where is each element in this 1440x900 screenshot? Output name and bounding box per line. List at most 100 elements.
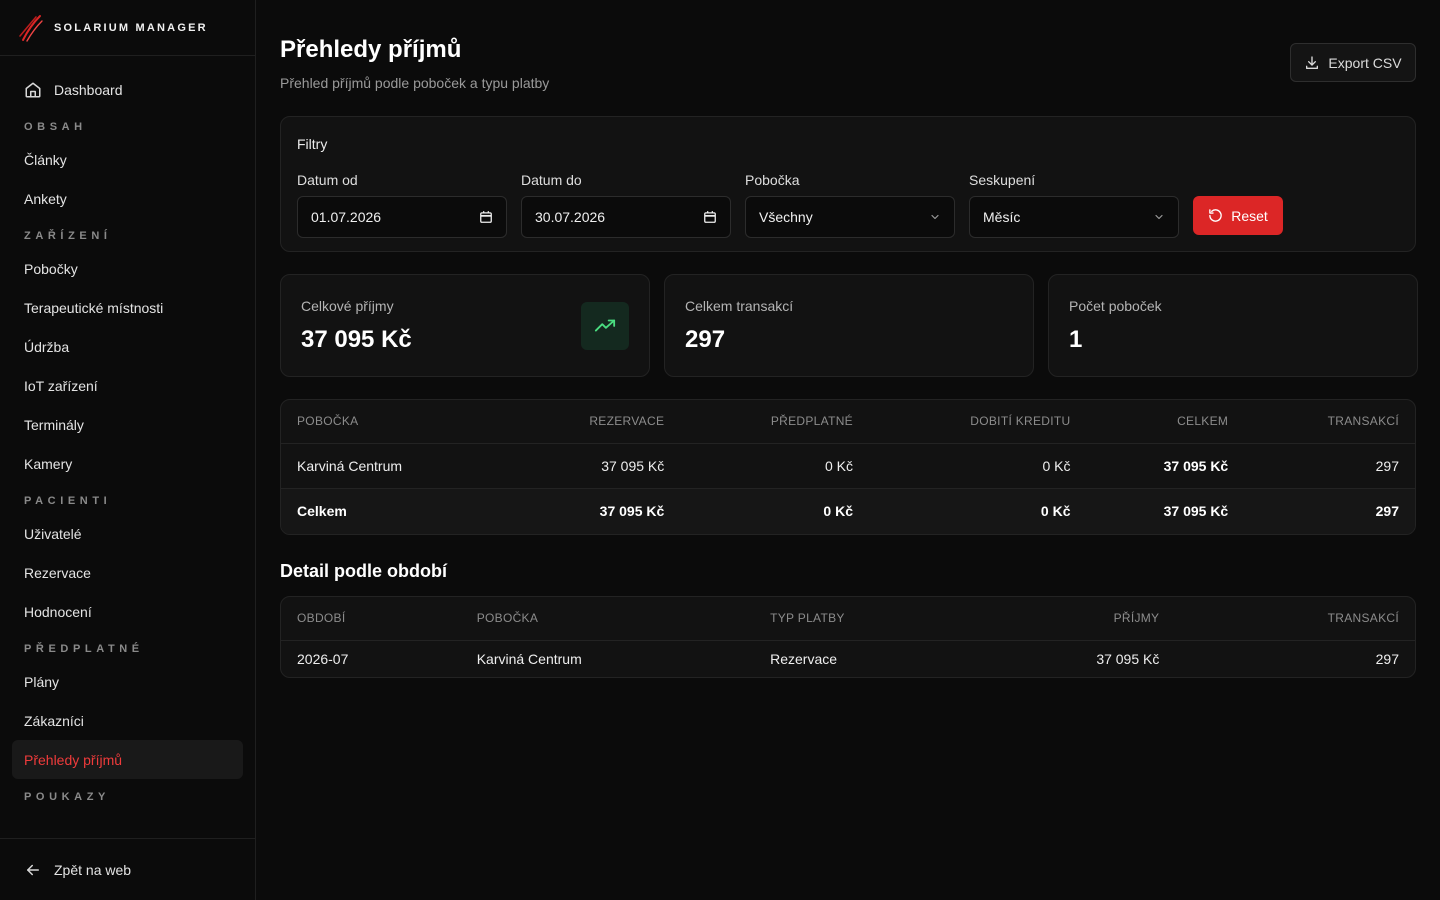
branch-select[interactable]: Všechny <box>745 196 955 238</box>
sidebar-item-clanky[interactable]: Články <box>12 140 243 179</box>
brand-name: SOLARIUM MANAGER <box>54 21 208 34</box>
table-cell: 0 Kč <box>868 443 1087 489</box>
date-to-field: Datum do 30.07.2026 <box>521 172 731 238</box>
back-to-web-link[interactable]: Zpět na web <box>0 838 255 900</box>
table-cell: Celkem <box>281 488 481 534</box>
calendar-icon[interactable] <box>703 210 717 224</box>
summary-table: POBOČKA REZERVACE PŘEDPLATNÉ DOBITÍ KRED… <box>281 400 1415 534</box>
filters-title: Filtry <box>297 136 328 152</box>
stat-label: Celkem transakcí <box>685 298 794 314</box>
table-cell: 2026-07 <box>297 650 349 667</box>
export-csv-label: Export CSV <box>1328 54 1402 71</box>
chevron-down-icon <box>929 211 941 223</box>
chevron-down-icon <box>1153 211 1165 223</box>
table-cell: Karviná Centrum <box>281 443 481 489</box>
column-header[interactable]: TYP PLATBY <box>754 597 1014 641</box>
sidebar-item-uzivatele[interactable]: Uživatelé <box>12 514 243 553</box>
table-cell: 297 <box>1375 650 1399 667</box>
detail-table: OBDOBÍ POBOČKA TYP PLATBY PŘÍJMY TRANSAK… <box>281 597 1415 677</box>
table-total-row: Celkem 37 095 Kč 0 Kč 0 Kč 37 095 Kč 297 <box>281 488 1415 534</box>
sidebar: SOLARIUM MANAGER Dashboard OBSAH Články … <box>0 0 256 900</box>
stat-card-total-transactions: Celkem transakcí 297 <box>664 274 1034 377</box>
page-title: Přehledy příjmů <box>280 36 462 63</box>
grouping-value: Měsíc <box>983 209 1021 225</box>
brand[interactable]: SOLARIUM MANAGER <box>0 0 255 56</box>
table-cell: 37 095 Kč <box>480 488 681 534</box>
column-header[interactable]: POBOČKA <box>281 400 481 444</box>
date-from-field: Datum od 01.07.2026 <box>297 172 507 238</box>
table-header-row: OBDOBÍ POBOČKA TYP PLATBY PŘÍJMY TRANSAK… <box>281 597 1415 641</box>
main-content: Přehledy příjmů Přehled příjmů podle pob… <box>256 0 1440 900</box>
date-from-value: 01.07.2026 <box>311 209 382 225</box>
arrow-left-icon <box>24 861 42 879</box>
grouping-field: Seskupení Měsíc <box>969 172 1179 238</box>
sidebar-section-obsah: OBSAH <box>24 121 87 133</box>
grouping-select[interactable]: Měsíc <box>969 196 1179 238</box>
table-cell: 0 Kč <box>868 488 1087 534</box>
sidebar-nav: Dashboard OBSAH Články Ankety ZAŘÍZENÍ P… <box>0 56 255 838</box>
stat-label: Celkové příjmy <box>301 298 394 314</box>
date-to-value: 30.07.2026 <box>535 209 606 225</box>
sidebar-item-terapeuticke-mistnosti[interactable]: Terapeutické místnosti <box>12 288 243 327</box>
sidebar-section-zarizeni: ZAŘÍZENÍ <box>24 230 112 242</box>
export-csv-button[interactable]: Export CSV <box>1290 43 1416 82</box>
sidebar-item-rezervace[interactable]: Rezervace <box>12 553 243 592</box>
calendar-icon[interactable] <box>479 210 493 224</box>
reset-label: Reset <box>1231 207 1268 224</box>
grouping-label: Seskupení <box>969 172 1036 188</box>
sidebar-item-pobocky[interactable]: Pobočky <box>12 249 243 288</box>
date-to-input[interactable]: 30.07.2026 <box>521 196 731 238</box>
table-cell: 297 <box>1244 488 1415 534</box>
table-cell: 37 095 Kč <box>480 443 681 489</box>
branch-field: Pobočka Všechny <box>745 172 955 238</box>
sidebar-section-pacienti: PACIENTI <box>24 495 112 507</box>
sidebar-item-ankety[interactable]: Ankety <box>12 179 243 218</box>
column-header[interactable]: TRANSAKCÍ <box>1175 597 1415 641</box>
sidebar-section-predplatne: PŘEDPLATNÉ <box>24 643 144 655</box>
column-header[interactable]: PŘÍJMY <box>1013 597 1176 641</box>
table-header-row: POBOČKA REZERVACE PŘEDPLATNÉ DOBITÍ KRED… <box>281 400 1415 444</box>
stat-label: Počet poboček <box>1069 298 1162 314</box>
sidebar-item-udrzba[interactable]: Údržba <box>12 327 243 366</box>
summary-table-card: POBOČKA REZERVACE PŘEDPLATNÉ DOBITÍ KRED… <box>280 399 1416 535</box>
column-header[interactable]: CELKEM <box>1086 400 1245 444</box>
table-cell: Rezervace <box>770 650 838 667</box>
stat-value: 37 095 Kč <box>301 326 412 353</box>
sidebar-item-dashboard[interactable]: Dashboard <box>12 70 243 109</box>
table-cell: Karviná Centrum <box>476 650 582 667</box>
column-header[interactable]: TRANSAKCÍ <box>1244 400 1415 444</box>
sidebar-item-prehledy-prijmu[interactable]: Přehledy příjmů <box>12 740 243 779</box>
column-header[interactable]: PŘEDPLATNÉ <box>680 400 869 444</box>
table-cell: 37 095 Kč <box>1086 443 1245 489</box>
detail-table-card: OBDOBÍ POBOČKA TYP PLATBY PŘÍJMY TRANSAK… <box>280 596 1416 678</box>
rotate-ccw-icon <box>1208 208 1223 223</box>
stat-card-total-revenue: Celkové příjmy 37 095 Kč <box>280 274 650 377</box>
reset-button[interactable]: Reset <box>1193 196 1283 235</box>
table-cell: 37 095 Kč <box>1086 488 1245 534</box>
sidebar-item-label: Dashboard <box>54 81 123 98</box>
stat-card-branch-count: Počet poboček 1 <box>1048 274 1418 377</box>
column-header[interactable]: OBDOBÍ <box>281 597 461 641</box>
detail-section-title: Detail podle období <box>280 561 447 581</box>
sidebar-item-kamery[interactable]: Kamery <box>12 444 243 483</box>
date-to-label: Datum do <box>521 172 582 188</box>
table-cell: 0 Kč <box>680 443 869 489</box>
column-header[interactable]: POBOČKA <box>460 597 755 641</box>
home-icon <box>24 81 42 99</box>
sidebar-item-terminaly[interactable]: Terminály <box>12 405 243 444</box>
table-cell: 297 <box>1244 443 1415 489</box>
sidebar-item-plany[interactable]: Plány <box>12 662 243 701</box>
branch-value: Všechny <box>759 209 813 225</box>
sidebar-item-hodnoceni[interactable]: Hodnocení <box>12 592 243 631</box>
download-icon <box>1304 55 1320 71</box>
date-from-label: Datum od <box>297 172 358 188</box>
table-row[interactable]: 2026-07 Karviná Centrum Rezervace 37 095… <box>281 640 1415 677</box>
table-cell: 37 095 Kč <box>1096 650 1160 667</box>
date-from-input[interactable]: 01.07.2026 <box>297 196 507 238</box>
table-row[interactable]: Karviná Centrum 37 095 Kč 0 Kč 0 Kč 37 0… <box>281 443 1415 489</box>
column-header[interactable]: REZERVACE <box>480 400 681 444</box>
sidebar-item-zakaznici[interactable]: Zákazníci <box>12 701 243 740</box>
filters-panel: Filtry Datum od 01.07.2026 Datum do 30.0… <box>280 116 1416 252</box>
sidebar-item-iot-zarizeni[interactable]: IoT zařízení <box>12 366 243 405</box>
column-header[interactable]: DOBITÍ KREDITU <box>868 400 1087 444</box>
